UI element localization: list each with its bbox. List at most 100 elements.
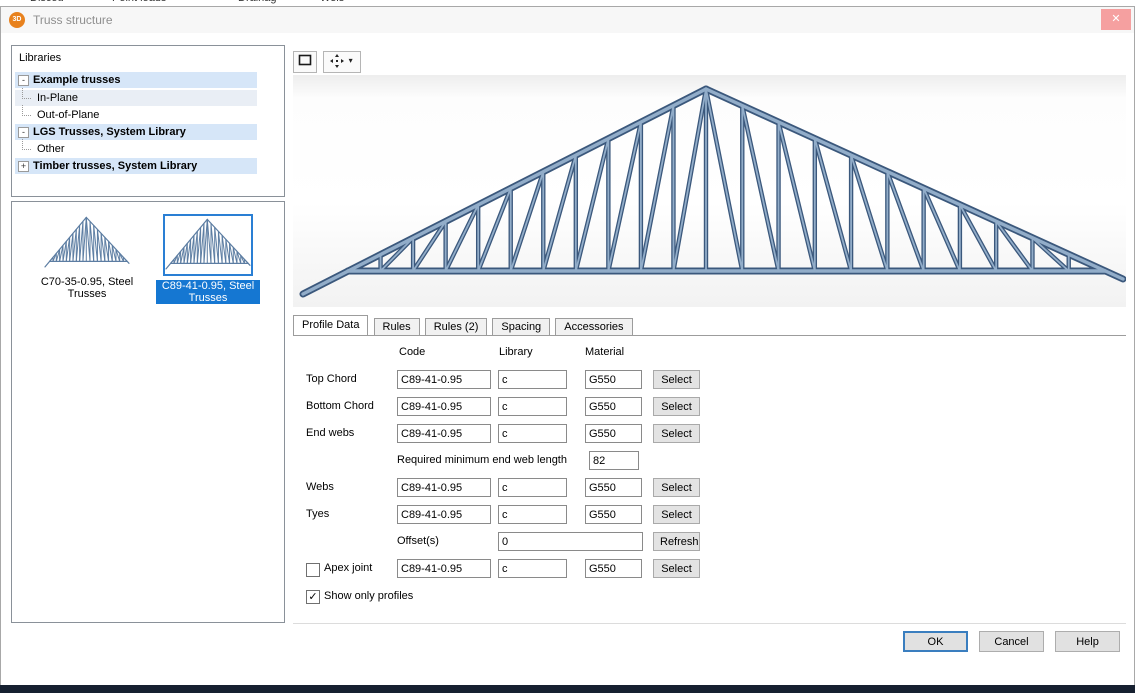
libraries-header: Libraries bbox=[19, 52, 61, 64]
tyes-select-button[interactable]: Select bbox=[653, 505, 700, 524]
separator-line bbox=[293, 623, 1126, 624]
thumbnail-caption: C70-35-0.95, Steel Trusses bbox=[35, 276, 139, 300]
row-label: Top Chord bbox=[306, 370, 357, 389]
tab-spacing[interactable]: Spacing bbox=[492, 318, 550, 335]
tree-item-out-of-plane[interactable]: Out-of-Plane bbox=[15, 107, 257, 123]
thumbnail-caption: C89-41-0.95, Steel Trusses bbox=[156, 280, 260, 304]
end-webs-code-input[interactable] bbox=[397, 424, 491, 443]
refresh-button[interactable]: Refresh bbox=[653, 532, 700, 551]
preview-toolbar: ▾ bbox=[293, 51, 364, 73]
libraries-panel: Libraries - Example trusses In-Plane Out… bbox=[11, 45, 285, 197]
background-menu-fragment: Wels bbox=[320, 0, 344, 4]
offsets-input[interactable] bbox=[498, 532, 643, 551]
top-chord-code-input[interactable] bbox=[397, 370, 491, 389]
thumbnail-c89-41[interactable]: C89-41-0.95, Steel Trusses bbox=[150, 214, 266, 304]
collapse-icon[interactable]: - bbox=[18, 127, 29, 138]
top-chord-select-button[interactable]: Select bbox=[653, 370, 700, 389]
ok-button[interactable]: OK bbox=[903, 631, 968, 652]
close-icon: ✕ bbox=[1111, 13, 1120, 25]
tab-accessories[interactable]: Accessories bbox=[555, 318, 632, 335]
tab-rules-2[interactable]: Rules (2) bbox=[425, 318, 488, 335]
tab-strip: Profile Data Rules Rules (2) Spacing Acc… bbox=[293, 315, 1126, 336]
row-show-only-profiles: ✓ Show only profiles bbox=[1, 587, 1134, 607]
row-label: Tyes bbox=[306, 505, 329, 524]
bottom-chord-code-input[interactable] bbox=[397, 397, 491, 416]
tree-item-example-trusses[interactable]: - Example trusses bbox=[15, 72, 257, 88]
apex-joint-label: Apex joint bbox=[324, 559, 372, 578]
top-chord-library-input[interactable] bbox=[498, 370, 567, 389]
close-button[interactable]: ✕ bbox=[1101, 9, 1131, 30]
end-webs-select-button[interactable]: Select bbox=[653, 424, 700, 443]
tyes-code-input[interactable] bbox=[397, 505, 491, 524]
column-header-material: Material bbox=[585, 346, 624, 358]
selection-rectangle-icon bbox=[298, 54, 312, 66]
tab-profile-data[interactable]: Profile Data bbox=[293, 315, 368, 335]
dialog-title: Truss structure bbox=[33, 13, 113, 27]
row-end-webs: End webs Select bbox=[1, 424, 1134, 444]
tree-connector bbox=[22, 88, 31, 99]
webs-material-input[interactable] bbox=[585, 478, 642, 497]
background-menu-fragment: Drainag bbox=[238, 0, 277, 4]
truss-thumbnail-image bbox=[44, 214, 130, 272]
chevron-down-icon[interactable]: ▾ bbox=[349, 56, 353, 65]
show-only-profiles-checkbox[interactable]: ✓ bbox=[306, 590, 320, 604]
bottom-chord-select-button[interactable]: Select bbox=[653, 397, 700, 416]
row-min-end-web-length: Required minimum end web length bbox=[1, 451, 1134, 471]
cancel-button[interactable]: Cancel bbox=[979, 631, 1044, 652]
expand-icon[interactable]: + bbox=[18, 161, 29, 172]
dialog-titlebar[interactable]: 3D Truss structure ✕ bbox=[1, 7, 1134, 33]
tree-item-other[interactable]: Other bbox=[15, 141, 257, 157]
show-only-profiles-label: Show only profiles bbox=[324, 587, 413, 606]
webs-library-input[interactable] bbox=[498, 478, 567, 497]
min-end-web-length-label: Required minimum end web length bbox=[397, 451, 567, 470]
min-end-web-length-input[interactable] bbox=[589, 451, 639, 470]
truss-thumbnail-image bbox=[165, 216, 251, 274]
row-webs: Webs Select bbox=[1, 478, 1134, 498]
desktop-taskbar-strip bbox=[0, 685, 1135, 693]
row-label: End webs bbox=[306, 424, 354, 443]
apex-joint-code-input[interactable] bbox=[397, 559, 491, 578]
tree-connector bbox=[22, 105, 31, 116]
row-label: Webs bbox=[306, 478, 334, 497]
column-header-code: Code bbox=[399, 346, 425, 358]
truss-render bbox=[293, 75, 1126, 307]
webs-code-input[interactable] bbox=[397, 478, 491, 497]
bottom-chord-library-input[interactable] bbox=[498, 397, 567, 416]
pan-icon bbox=[330, 54, 344, 68]
truss-structure-dialog: 3D Truss structure ✕ Libraries - Example… bbox=[0, 6, 1135, 687]
app-icon: 3D bbox=[9, 12, 25, 28]
top-chord-material-input[interactable] bbox=[585, 370, 642, 389]
tree-connector bbox=[22, 139, 31, 150]
row-offsets: Offset(s) Refresh bbox=[1, 532, 1134, 552]
column-header-library: Library bbox=[499, 346, 533, 358]
end-webs-material-input[interactable] bbox=[585, 424, 642, 443]
apex-joint-checkbox[interactable] bbox=[306, 563, 320, 577]
zoom-area-button[interactable] bbox=[293, 51, 317, 73]
tab-rules[interactable]: Rules bbox=[374, 318, 420, 335]
row-bottom-chord: Bottom Chord Select bbox=[1, 397, 1134, 417]
screen: Discou Point loads Drainag Wels 3D Truss… bbox=[0, 0, 1135, 693]
webs-select-button[interactable]: Select bbox=[653, 478, 700, 497]
background-menu-fragment: Point loads bbox=[112, 0, 166, 4]
collapse-icon[interactable]: - bbox=[18, 75, 29, 86]
end-webs-library-input[interactable] bbox=[498, 424, 567, 443]
row-top-chord: Top Chord Select bbox=[1, 370, 1134, 390]
apex-joint-select-button[interactable]: Select bbox=[653, 559, 700, 578]
apex-joint-material-input[interactable] bbox=[585, 559, 642, 578]
tyes-material-input[interactable] bbox=[585, 505, 642, 524]
check-icon: ✓ bbox=[308, 591, 317, 603]
row-label: Bottom Chord bbox=[306, 397, 374, 416]
tree-item-timber-trusses[interactable]: + Timber trusses, System Library bbox=[15, 158, 257, 174]
pan-view-button[interactable]: ▾ bbox=[323, 51, 361, 73]
tyes-library-input[interactable] bbox=[498, 505, 567, 524]
background-menu-fragment: Discou bbox=[30, 0, 64, 4]
apex-joint-library-input[interactable] bbox=[498, 559, 567, 578]
row-apex-joint: Apex joint Select bbox=[1, 559, 1134, 579]
truss-preview[interactable] bbox=[293, 75, 1126, 307]
row-tyes: Tyes Select bbox=[1, 505, 1134, 525]
bottom-chord-material-input[interactable] bbox=[585, 397, 642, 416]
tree-item-lgs-trusses[interactable]: - LGS Trusses, System Library bbox=[15, 124, 257, 140]
tree-item-in-plane[interactable]: In-Plane bbox=[15, 90, 257, 106]
help-button[interactable]: Help bbox=[1055, 631, 1120, 652]
thumbnail-c70-35[interactable]: C70-35-0.95, Steel Trusses bbox=[32, 214, 142, 300]
